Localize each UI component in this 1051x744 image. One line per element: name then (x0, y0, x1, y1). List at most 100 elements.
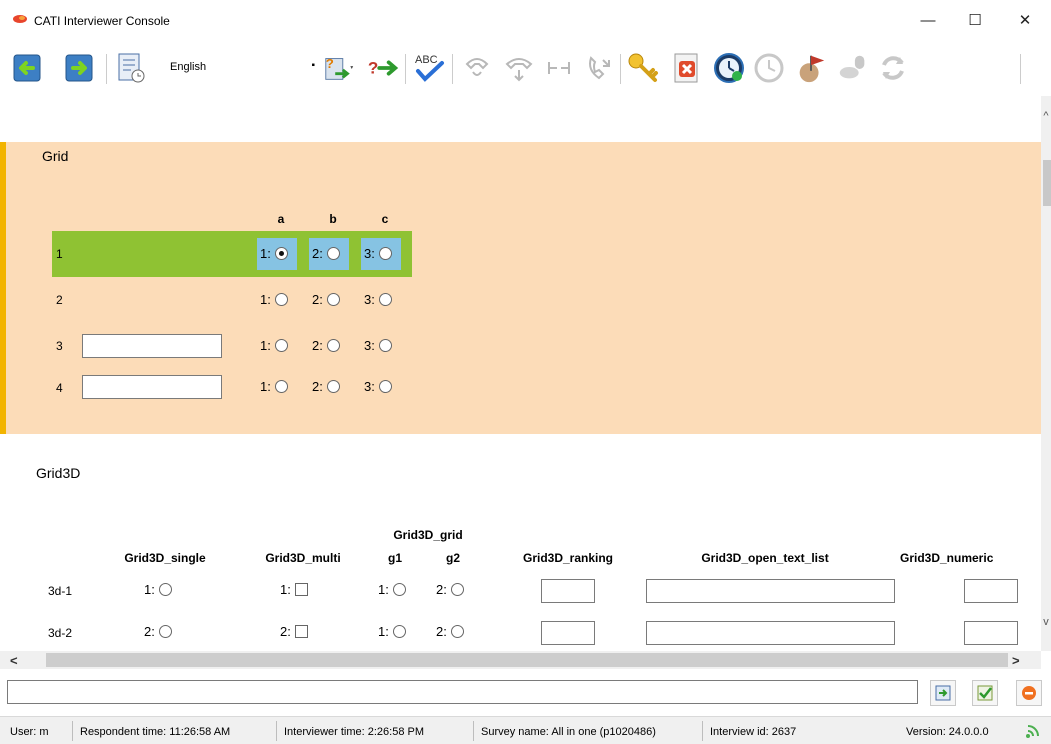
radio-button[interactable] (378, 339, 392, 352)
radio-button[interactable] (450, 583, 464, 596)
radio-button[interactable] (158, 583, 172, 596)
toolbar-separator (1020, 54, 1021, 84)
callback-button[interactable] (582, 50, 616, 86)
option-label: 2: (312, 338, 323, 353)
option-label: 2: (280, 624, 291, 639)
radio-button[interactable] (450, 625, 464, 638)
grid-option[interactable]: 3: (364, 246, 392, 261)
grid-option[interactable]: 1: (260, 379, 288, 394)
grid3d-g2-option[interactable]: 2: (436, 624, 464, 639)
other-specify-input[interactable] (82, 375, 222, 399)
scroll-left-icon[interactable]: < (10, 653, 18, 668)
appointment-button[interactable] (794, 50, 828, 86)
grid-option[interactable]: 3: (364, 292, 392, 307)
grid3d-g1-option[interactable]: 1: (378, 582, 406, 597)
close-button[interactable]: ✕ (1005, 6, 1045, 34)
grid-option[interactable]: 2: (312, 246, 340, 261)
grid3d-g2-header: g2 (445, 551, 460, 565)
scheduler-button[interactable] (712, 50, 746, 86)
command-input[interactable] (7, 680, 918, 704)
open-text-input[interactable] (646, 621, 895, 645)
radio-button[interactable] (274, 293, 288, 306)
status-version: Version: 24.0.0.0 (906, 726, 989, 738)
grid-option[interactable]: 1: (260, 292, 288, 307)
back-button[interactable] (10, 50, 44, 86)
grid3d-multi-option[interactable]: 1: (280, 582, 308, 597)
horizontal-scroll-thumb[interactable] (46, 653, 1008, 667)
ranking-input[interactable] (541, 579, 595, 603)
dial-button[interactable] (460, 50, 494, 86)
spell-check-button[interactable]: ABC (412, 50, 446, 86)
grid-option[interactable]: 2: (312, 292, 340, 307)
transfer-button[interactable]: ? (322, 50, 356, 86)
accept-button[interactable] (972, 680, 998, 706)
grid-title: Grid (42, 148, 69, 164)
radio-button[interactable] (326, 380, 340, 393)
connection-signal-icon (1026, 725, 1039, 738)
go-to-button[interactable] (930, 680, 956, 706)
timer-icon (754, 53, 784, 83)
grid3d-single-option[interactable]: 1: (144, 582, 172, 597)
grid-option[interactable]: 3: (364, 338, 392, 353)
radio-button[interactable] (274, 380, 288, 393)
grid-option[interactable]: 1: (260, 246, 288, 261)
numeric-input[interactable] (964, 621, 1018, 645)
key-button[interactable] (626, 50, 660, 86)
maximize-button[interactable]: ☐ (955, 6, 995, 34)
open-text-input[interactable] (646, 579, 895, 603)
radio-button[interactable] (158, 625, 172, 638)
grid-option[interactable]: 2: (312, 379, 340, 394)
grid3d-g2-option[interactable]: 2: (436, 582, 464, 597)
checkbox[interactable] (294, 625, 308, 638)
radio-button[interactable] (378, 380, 392, 393)
grid3d-g1-option[interactable]: 1: (378, 624, 406, 639)
grid-option[interactable]: 1: (260, 338, 288, 353)
timer-button[interactable] (752, 50, 786, 86)
grid-option[interactable]: 2: (312, 338, 340, 353)
radio-button[interactable] (326, 293, 340, 306)
grid3d-row-label: 3d-2 (48, 626, 73, 640)
grid3d-multi-option[interactable]: 2: (280, 624, 308, 639)
refresh-button[interactable] (876, 50, 910, 86)
grid-option[interactable]: 3: (364, 379, 392, 394)
radio-button[interactable] (326, 247, 340, 260)
back-arrow-icon (13, 54, 41, 82)
cancel-interview-button[interactable] (670, 50, 704, 86)
grid3d-single-header: Grid3D_single (124, 551, 206, 565)
radio-button[interactable] (392, 583, 406, 596)
next-question-button[interactable]: ? (366, 50, 400, 86)
radio-button[interactable] (326, 339, 340, 352)
document-history-button[interactable] (114, 50, 148, 86)
grid3d-multi-header: Grid3D_multi (265, 551, 341, 565)
option-label: 2: (436, 582, 447, 597)
vertical-scroll-thumb[interactable] (1043, 160, 1051, 206)
ranking-input[interactable] (541, 621, 595, 645)
checkbox[interactable] (294, 583, 308, 596)
scroll-right-icon[interactable]: > (1012, 653, 1020, 668)
refresh-icon (882, 56, 904, 80)
language-select[interactable]: English ▪ (165, 56, 315, 80)
other-specify-input[interactable] (82, 334, 222, 358)
conference-button[interactable] (542, 50, 576, 86)
radio-button[interactable] (392, 625, 406, 638)
phone-hangup-icon (505, 58, 533, 82)
grid-row-label: 3 (56, 339, 63, 353)
forward-button[interactable] (62, 50, 96, 86)
grid-row-label: 1 (56, 247, 63, 261)
option-label: 1: (260, 338, 271, 353)
radio-button-selected[interactable] (274, 247, 288, 260)
minimize-button[interactable]: — (908, 6, 948, 34)
option-label: 2: (312, 292, 323, 307)
stop-button[interactable] (1016, 680, 1042, 706)
record-button[interactable] (836, 50, 870, 86)
key-icon (628, 53, 658, 82)
radio-button[interactable] (274, 339, 288, 352)
radio-button[interactable] (378, 293, 392, 306)
hangup-button[interactable] (502, 50, 536, 86)
grid3d-open-text-header: Grid3D_open_text_list (701, 551, 829, 565)
numeric-input[interactable] (964, 579, 1018, 603)
radio-button[interactable] (378, 247, 392, 260)
grid3d-single-option[interactable]: 2: (144, 624, 172, 639)
scroll-down-icon[interactable]: v (1041, 616, 1051, 628)
scroll-up-icon[interactable]: ^ (1041, 110, 1051, 122)
